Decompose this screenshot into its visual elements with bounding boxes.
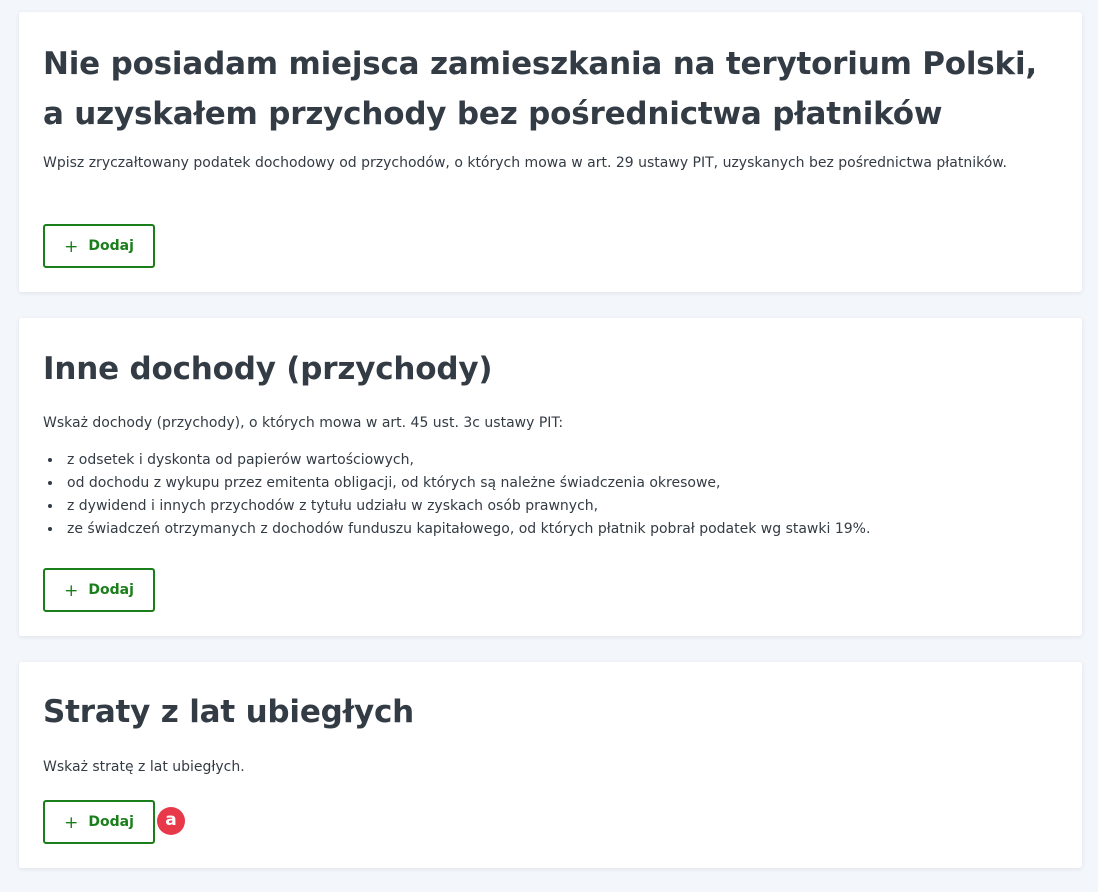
section-title: Nie posiadam miejsca zamieszkania na ter… [43,46,1037,132]
annotation-marker-badge: a [157,807,185,835]
section-card-nonresident-income: Nie posiadam miejsca zamieszkania na ter… [19,12,1082,292]
list-item: z dywidend i innych przychodów z tytułu … [63,495,1058,518]
plus-icon: + [64,236,79,257]
section-title: Straty z lat ubiegłych [43,694,415,730]
section-description: Wpisz zryczałtowany podatek dochodowy od… [43,155,1007,171]
add-button-label: Dodaj [88,814,134,830]
plus-icon: + [64,812,79,833]
add-button[interactable]: + Dodaj [43,568,155,612]
add-button[interactable]: + Dodaj [43,224,155,268]
section-description: Wskaż dochody (przychody), o których mow… [43,415,564,431]
section-card-previous-losses: Straty z lat ubiegłych Wskaż stratę z la… [19,662,1082,868]
plus-icon: + [64,580,79,601]
list-item: ze świadczeń otrzymanych z dochodów fund… [63,518,1058,541]
add-button-label: Dodaj [88,238,134,254]
add-button[interactable]: + Dodaj [43,800,155,844]
list-item: od dochodu z wykupu przez emitenta oblig… [63,472,1058,495]
add-button-label: Dodaj [88,582,134,598]
section-card-other-income: Inne dochody (przychody) Wskaż dochody (… [19,318,1082,636]
income-type-list: z odsetek i dyskonta od papierów wartośc… [43,449,1058,541]
section-description: Wskaż stratę z lat ubiegłych. [43,759,245,775]
section-title: Inne dochody (przychody) [43,351,493,387]
list-item: z odsetek i dyskonta od papierów wartośc… [63,449,1058,472]
